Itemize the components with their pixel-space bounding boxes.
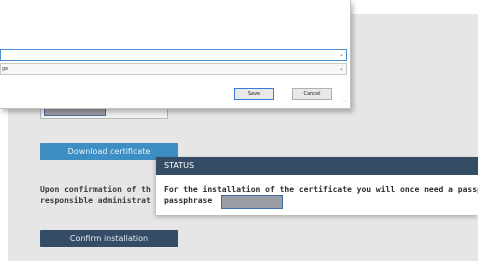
passphrase-input[interactable] — [221, 195, 283, 209]
confirmation-text: Upon confirmation of th responsible admi… — [40, 184, 160, 206]
confirm-installation-button[interactable]: Confirm installation — [40, 230, 178, 247]
resize-grip-icon[interactable]: ⋯ — [341, 99, 347, 105]
dialog-select-2[interactable]: ge ⌄ — [0, 63, 347, 75]
dialog-select-2-value: ge — [2, 66, 9, 72]
chevron-down-icon: ⌄ — [338, 51, 344, 58]
save-button[interactable]: Save — [234, 88, 274, 100]
status-message-line-2: passphrase — [164, 196, 213, 205]
save-dialog: ⌄ ge ⌄ Save Cancel ⋯ — [0, 0, 351, 109]
confirmation-line-2: responsible administrat — [40, 196, 151, 205]
confirmation-line-1: Upon confirmation of th — [40, 185, 151, 194]
chevron-down-icon: ⌄ — [338, 65, 344, 72]
dialog-select-1[interactable]: ⌄ — [0, 49, 347, 61]
status-message-line-1: For the installation of the certificate … — [164, 185, 478, 194]
status-message: For the installation of the certificate … — [164, 184, 478, 206]
status-popup: STATUS For the installation of the certi… — [156, 157, 478, 215]
cancel-button[interactable]: Cancel — [292, 88, 332, 100]
status-title: STATUS — [156, 157, 478, 175]
